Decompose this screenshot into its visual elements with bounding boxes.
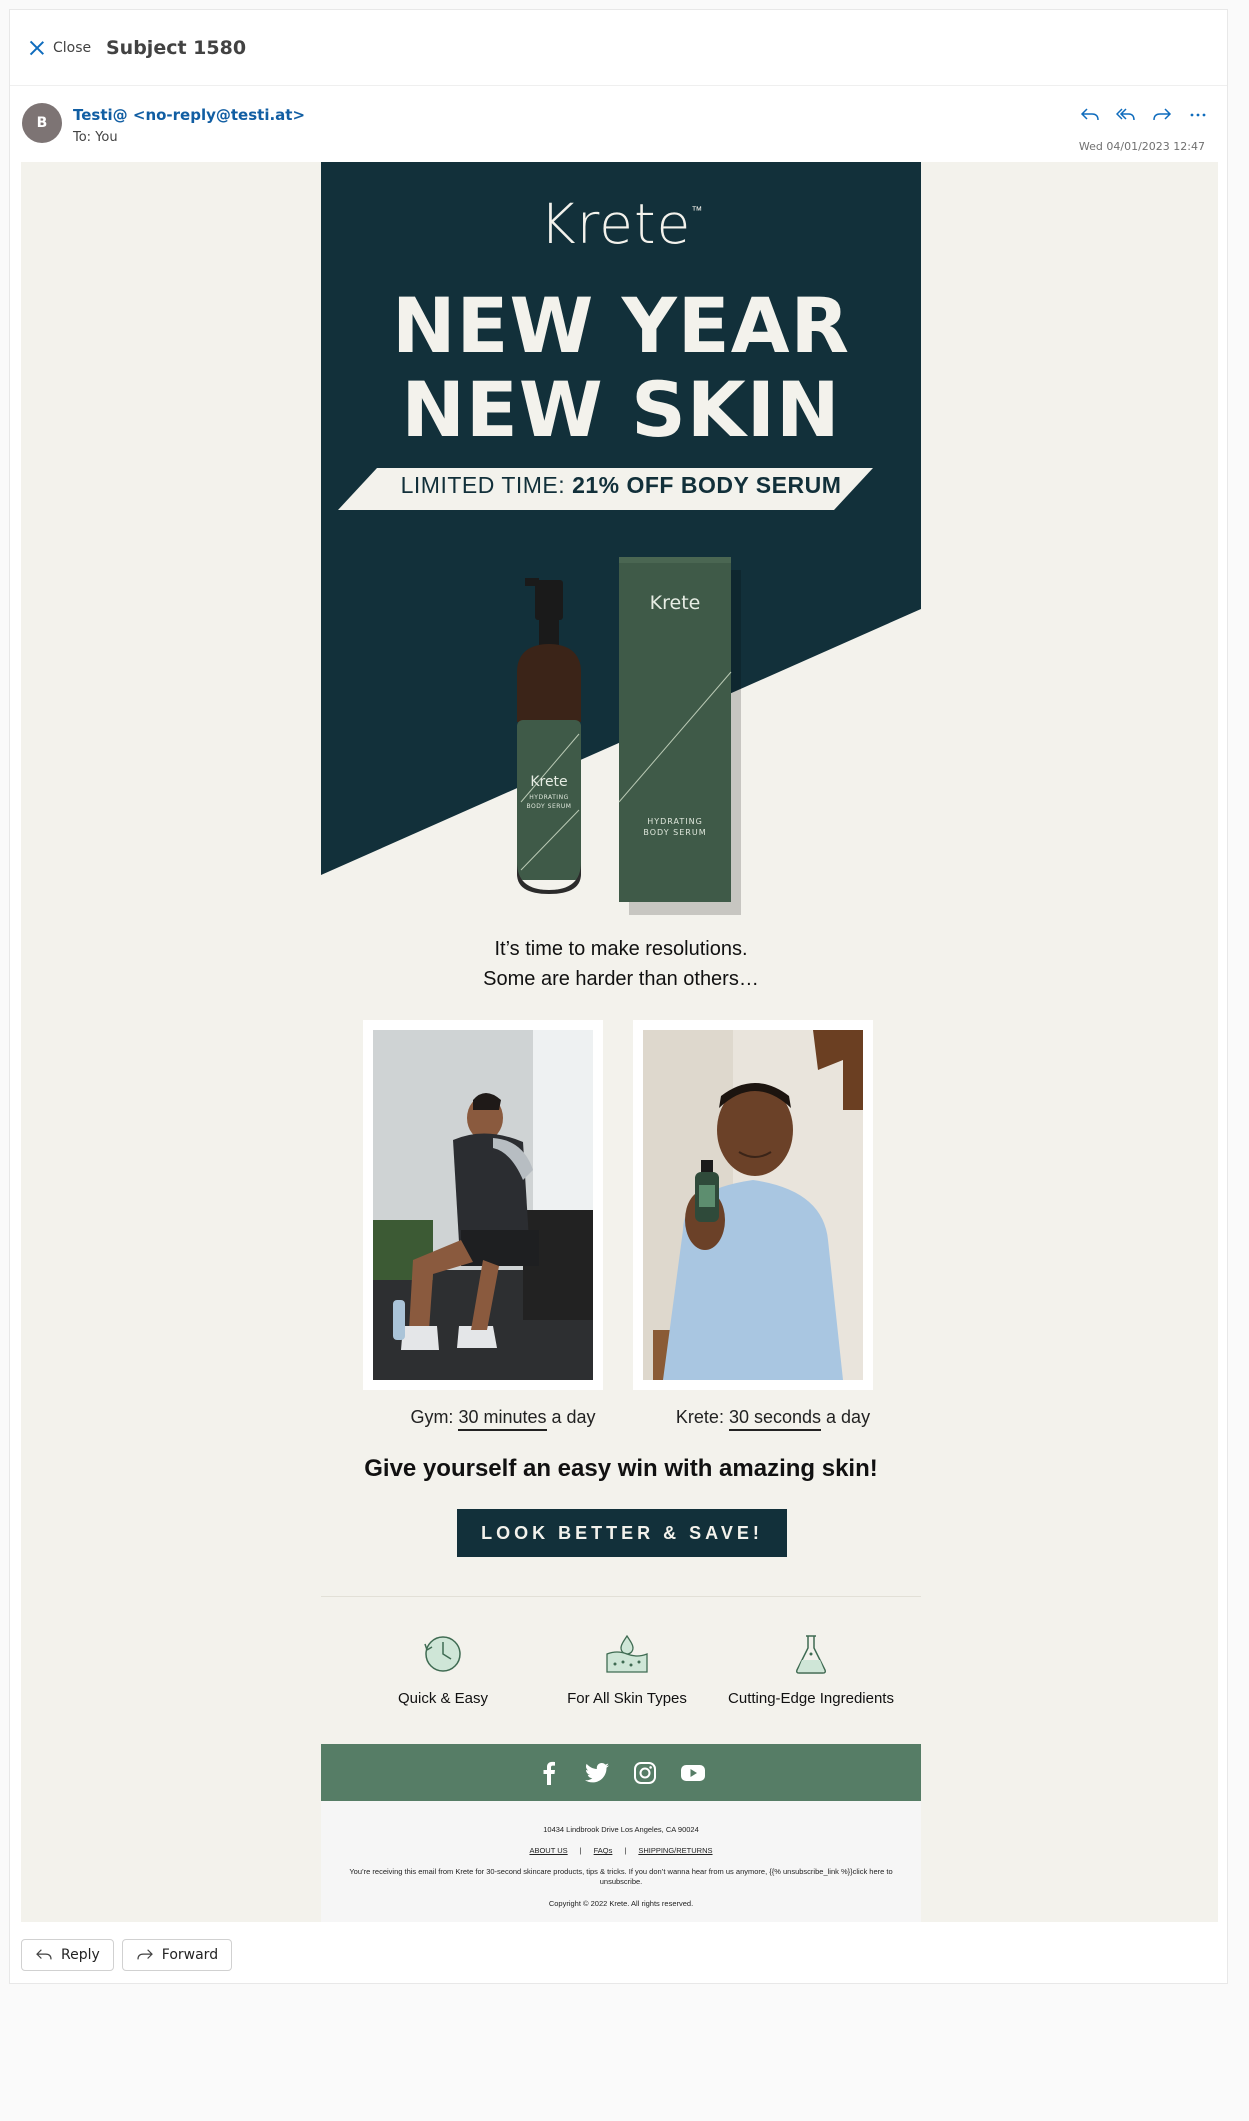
gym-caption: Gym: 30 minutes a day: [373, 1407, 633, 1431]
message-toolbar: Close Subject 1580: [10, 10, 1227, 86]
feature-label: Quick & Easy: [397, 1690, 489, 1707]
bottle-product-label-1: HYDRATING: [529, 794, 569, 801]
bottle-product-label-2: BODY SERUM: [526, 803, 572, 810]
reply-icon: [36, 1949, 52, 1960]
krete-image: [643, 1030, 863, 1380]
clock-icon: [424, 1636, 461, 1672]
intro-line-2: Some are harder than others…: [483, 968, 759, 990]
more-icon[interactable]: [1187, 104, 1209, 126]
youtube-icon[interactable]: [680, 1760, 706, 1786]
reply-icon[interactable]: [1079, 104, 1101, 126]
bottle-brand-label: Krete: [530, 774, 568, 790]
krete-photo[interactable]: [633, 1020, 873, 1390]
gym-photo[interactable]: [363, 1020, 603, 1390]
gym-image: [373, 1030, 593, 1380]
feature-all-skin-types: For All Skin Types: [527, 1632, 727, 1707]
message-actions: [1079, 104, 1209, 126]
forward-label: Forward: [161, 1947, 219, 1963]
brand-logo: Krete™: [539, 192, 703, 256]
forward-icon: [137, 1949, 153, 1960]
section-divider: [321, 1596, 921, 1597]
headline-line-2: NEW SKIN: [401, 365, 841, 454]
footer-links: ABOUT US | FAQs | SHIPPING/RETURNS: [529, 1846, 713, 1855]
close-label: Close: [53, 40, 92, 56]
copyright: Copyright © 2022 Krete. All rights reser…: [548, 1899, 694, 1908]
box-product-label-1: HYDRATING: [647, 817, 703, 826]
headline-line-1: NEW YEAR: [391, 281, 851, 370]
close-icon: [29, 40, 45, 56]
forward-button[interactable]: Forward: [121, 1939, 233, 1971]
reply-all-icon[interactable]: [1115, 104, 1137, 126]
social-bar: [321, 1744, 921, 1801]
recipient-line: To: You: [73, 130, 118, 145]
reading-pane: Close Subject 1580 B Testi@ <no-reply@te…: [9, 9, 1228, 1984]
email-footer: 10434 Lindbrook Drive Los Angeles, CA 90…: [321, 1801, 921, 1922]
feature-label: Cutting-Edge Ingredients: [728, 1690, 894, 1707]
cta-headline: Give yourself an easy win with amazing s…: [364, 1455, 878, 1482]
box-product-label-2: BODY SERUM: [643, 828, 707, 837]
intro-line-1: It’s time to make resolutions.: [494, 938, 748, 960]
message-date: Wed 04/01/2023 12:47: [1078, 140, 1205, 153]
message-header: B Testi@ <no-reply@testi.at> To: You Wed…: [10, 86, 1227, 164]
skin-drop-icon: [606, 1634, 648, 1673]
faqs-link[interactable]: FAQs: [594, 1846, 613, 1855]
box-brand-label: Krete: [649, 592, 701, 614]
email-body: Krete™ NEW YEAR NEW SKIN LIMITED TIME: 2…: [21, 162, 1218, 1922]
message-subject: Subject 1580: [106, 37, 247, 59]
feature-label: For All Skin Types: [567, 1690, 687, 1707]
instagram-icon[interactable]: [632, 1760, 658, 1786]
krete-caption: Krete: 30 seconds a day: [643, 1407, 903, 1431]
avatar[interactable]: B: [22, 103, 62, 143]
twitter-icon[interactable]: [584, 1760, 610, 1786]
forward-icon[interactable]: [1151, 104, 1173, 126]
about-us-link[interactable]: ABOUT US: [529, 1846, 567, 1855]
bottom-actions: Reply Forward: [21, 1939, 233, 1971]
footer-address: 10434 Lindbrook Drive Los Angeles, CA 90…: [543, 1825, 699, 1834]
hero-background: [321, 162, 921, 915]
reply-label: Reply: [61, 1947, 100, 1963]
flask-icon: [796, 1635, 826, 1674]
feature-cutting-edge: Cutting-Edge Ingredients: [711, 1632, 911, 1707]
unsubscribe-notice[interactable]: You’re receiving this email from Krete f…: [341, 1867, 901, 1887]
facebook-icon[interactable]: [536, 1760, 562, 1786]
look-better-save-button[interactable]: LOOK BETTER & SAVE!: [457, 1509, 787, 1557]
shipping-returns-link[interactable]: SHIPPING/RETURNS: [638, 1846, 712, 1855]
hero-banner[interactable]: Krete™ NEW YEAR NEW SKIN LIMITED TIME: 2…: [321, 162, 921, 922]
feature-quick-easy: Quick & Easy: [343, 1632, 543, 1707]
reply-button[interactable]: Reply: [21, 1939, 114, 1971]
sender-address[interactable]: Testi@ <no-reply@testi.at>: [73, 106, 305, 124]
close-button[interactable]: Close: [29, 40, 91, 56]
offer-banner: LIMITED TIME: 21% OFF BODY SERUM: [400, 472, 842, 498]
